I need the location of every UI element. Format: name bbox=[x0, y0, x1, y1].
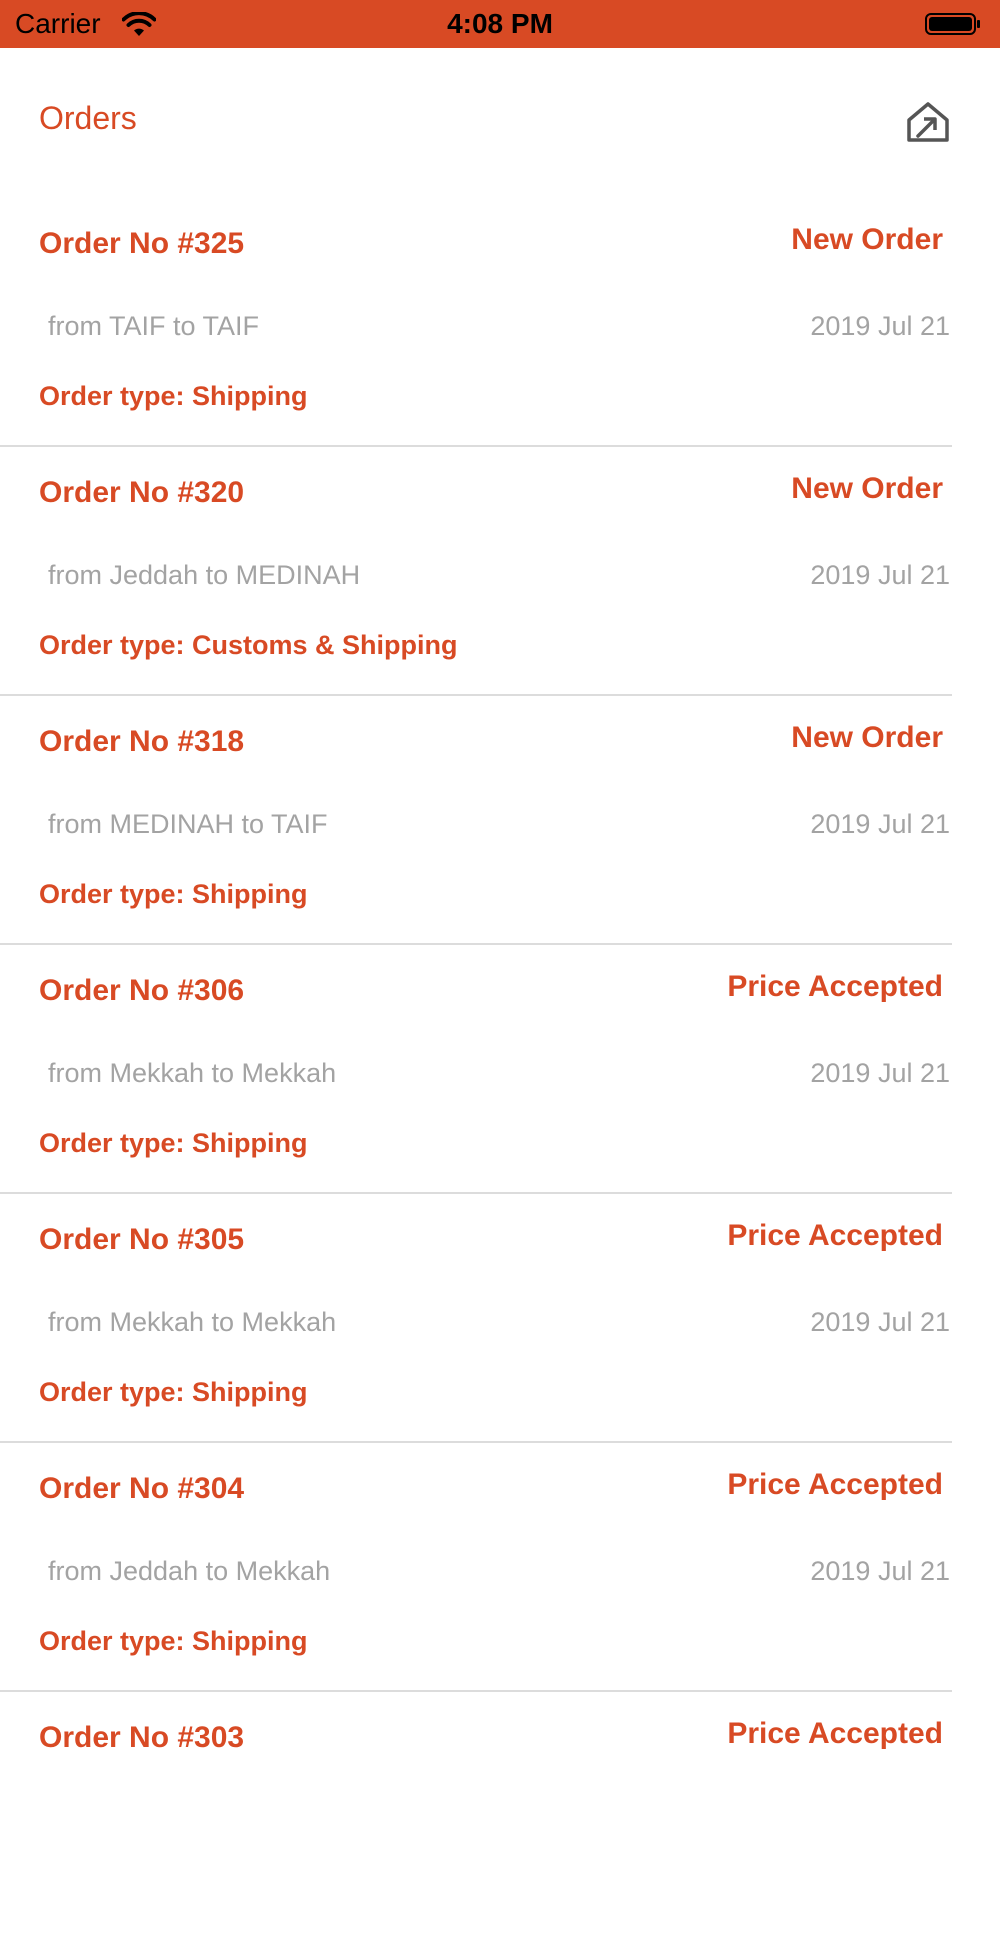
order-route: from Jeddah to MEDINAH bbox=[48, 560, 361, 590]
order-number: Order No #320 bbox=[39, 476, 245, 509]
order-route: from MEDINAH to TAIF bbox=[48, 809, 328, 839]
order-status: Price Accepted bbox=[727, 1717, 943, 1750]
order-date: 2019 Jul 21 bbox=[810, 1556, 950, 1586]
order-type: Order type: Shipping bbox=[39, 879, 308, 909]
order-date: 2019 Jul 21 bbox=[810, 809, 950, 839]
order-row[interactable]: Order No #318 New Order from MEDINAH to … bbox=[0, 696, 1000, 945]
home-arrow-icon[interactable] bbox=[906, 100, 950, 144]
order-route: from TAIF to TAIF bbox=[48, 311, 260, 341]
orders-list: Order No #325 New Order from TAIF to TAI… bbox=[0, 198, 1000, 1941]
order-status: New Order bbox=[791, 472, 943, 505]
order-type: Order type: Shipping bbox=[39, 1128, 308, 1158]
order-row[interactable]: Order No #303 Price Accepted bbox=[0, 1692, 1000, 1941]
order-route: from Jeddah to Mekkah bbox=[48, 1556, 331, 1586]
order-route: from Mekkah to Mekkah bbox=[48, 1307, 337, 1337]
order-status: Price Accepted bbox=[727, 970, 943, 1003]
order-number: Order No #304 bbox=[39, 1472, 245, 1505]
order-type: Order type: Shipping bbox=[39, 1626, 308, 1656]
order-number: Order No #305 bbox=[39, 1223, 245, 1256]
order-row[interactable]: Order No #306 Price Accepted from Mekkah… bbox=[0, 945, 1000, 1194]
order-row[interactable]: Order No #325 New Order from TAIF to TAI… bbox=[0, 198, 1000, 447]
order-type: Order type: Shipping bbox=[39, 1377, 308, 1407]
battery-icon bbox=[925, 13, 980, 35]
page-title: Orders bbox=[39, 100, 137, 136]
order-type: Order type: Customs & Shipping bbox=[39, 630, 458, 660]
order-date: 2019 Jul 21 bbox=[810, 1307, 950, 1337]
order-row[interactable]: Order No #305 Price Accepted from Mekkah… bbox=[0, 1194, 1000, 1443]
order-route: from Mekkah to Mekkah bbox=[48, 1058, 337, 1088]
order-date: 2019 Jul 21 bbox=[810, 311, 950, 341]
order-status: Price Accepted bbox=[727, 1468, 943, 1501]
order-status: New Order bbox=[791, 721, 943, 754]
nav-bar: Orders bbox=[0, 48, 1000, 198]
order-date: 2019 Jul 21 bbox=[810, 560, 950, 590]
order-status: Price Accepted bbox=[727, 1219, 943, 1252]
order-row[interactable]: Order No #320 New Order from Jeddah to M… bbox=[0, 447, 1000, 696]
order-number: Order No #318 bbox=[39, 725, 245, 758]
order-number: Order No #325 bbox=[39, 227, 245, 260]
order-number: Order No #306 bbox=[39, 974, 245, 1007]
order-date: 2019 Jul 21 bbox=[810, 1058, 950, 1088]
clock-time: 4:08 PM bbox=[447, 8, 553, 39]
order-type: Order type: Shipping bbox=[39, 381, 308, 411]
order-number: Order No #303 bbox=[39, 1721, 245, 1754]
order-row[interactable]: Order No #304 Price Accepted from Jeddah… bbox=[0, 1443, 1000, 1692]
status-bar: Carrier 4:08 PM bbox=[0, 0, 1000, 48]
order-status: New Order bbox=[791, 223, 943, 256]
